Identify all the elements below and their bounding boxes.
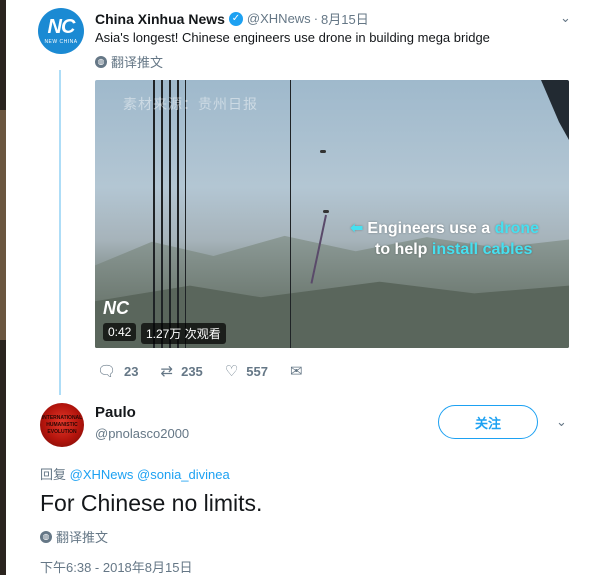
video-channel-logo: NC xyxy=(103,298,129,318)
globe-icon: ◍ xyxy=(95,55,107,68)
video-watermark: 素材来源：贵州日报 xyxy=(123,96,258,112)
replying-to-label: 回复 xyxy=(40,467,67,482)
caption-line1-text: Engineers use a xyxy=(367,220,495,237)
follow-button[interactable]: 关注 xyxy=(438,405,538,439)
video-cable xyxy=(290,80,291,348)
retweet-icon: ⇄ xyxy=(160,363,174,380)
reply-menu-chevron-icon[interactable]: ⌄ xyxy=(556,414,567,430)
translate-label: 翻译推文 xyxy=(111,55,164,70)
avatar-text-line: HUMANISTIC xyxy=(46,421,78,428)
reply-icon: 🗨 xyxy=(97,363,117,380)
reply-text: For Chinese no limits. xyxy=(40,490,263,516)
video-caption-overlay: ⬅ Engineers use a drone to help install c… xyxy=(350,218,539,260)
like-count: 557 xyxy=(246,363,268,379)
mention-link[interactable]: @sonia_divinea xyxy=(137,467,230,482)
mention-link[interactable]: @XHNews xyxy=(70,467,134,482)
tweet-menu-chevron-icon[interactable]: ⌄ xyxy=(560,10,571,26)
tweet-text: Asia's longest! Chinese engineers use dr… xyxy=(95,30,490,45)
verified-badge-icon: ✓ xyxy=(228,11,243,26)
translate-tweet-link[interactable]: ◍ 翻译推文 xyxy=(95,52,163,71)
replying-to-line: 回复 @XHNews @sonia_divinea xyxy=(40,464,230,483)
video-cable xyxy=(161,80,163,348)
like-button[interactable]: ♡ 557 xyxy=(225,362,268,380)
translate-reply-link[interactable]: ◍ 翻译推文 xyxy=(40,527,108,546)
caption-line2-text: to help xyxy=(375,241,432,258)
thread-connector-line xyxy=(59,70,61,395)
video-player[interactable]: 素材来源：贵州日报 ⬅ Engineers use a drone to help… xyxy=(95,80,569,348)
caption-line2-highlight: install cables xyxy=(431,241,533,258)
video-cable xyxy=(177,80,179,348)
video-cable xyxy=(169,80,171,348)
avatar-text-line: EVOLUTION xyxy=(47,428,77,435)
tweet-author-name[interactable]: China Xinhua News xyxy=(95,11,225,27)
drone-mark xyxy=(320,150,326,153)
reply-author-handle[interactable]: @pnolasco2000 xyxy=(95,426,189,441)
tweet-author-handle[interactable]: @XHNews xyxy=(247,11,311,26)
left-edge-strip-mid xyxy=(0,110,6,340)
tweet-header: China Xinhua News ✓ @XHNews · 8月15日 xyxy=(95,9,369,28)
retweet-count: 235 xyxy=(181,363,203,379)
xinhua-logo-subtext: NEW CHINA xyxy=(44,39,78,45)
avatar-text-line: INTERNATIONAL xyxy=(41,414,83,421)
paulo-avatar[interactable]: INTERNATIONAL HUMANISTIC EVOLUTION xyxy=(40,403,84,447)
video-cable xyxy=(185,80,186,348)
globe-icon: ◍ xyxy=(40,530,52,543)
arrow-left-icon: ⬅ xyxy=(350,220,364,237)
translate-label: 翻译推文 xyxy=(56,530,109,545)
caption-line1-highlight: drone xyxy=(494,220,540,237)
reply-count: 23 xyxy=(124,363,139,379)
video-view-count: 1.27万 次观看 xyxy=(141,323,226,344)
direct-message-button[interactable]: ✉ xyxy=(290,362,311,380)
reply-timestamp[interactable]: 下午6:38 - 2018年8月15日 xyxy=(40,557,192,575)
reply-button[interactable]: 🗨 23 xyxy=(97,362,139,380)
video-bridge-tower xyxy=(541,80,569,140)
header-separator: · xyxy=(313,11,319,26)
heart-icon: ♡ xyxy=(224,363,239,380)
envelope-icon: ✉ xyxy=(289,363,303,380)
xinhua-avatar[interactable]: NC NEW CHINA xyxy=(38,8,84,54)
video-duration: 0:42 xyxy=(103,323,137,341)
tweet-actions: 🗨 23 ⇄ 235 ♡ 557 ✉ xyxy=(97,362,333,380)
video-cable xyxy=(153,80,155,348)
xinhua-logo-text: NC xyxy=(47,16,76,38)
drone-mark xyxy=(323,210,329,213)
tweet-date[interactable]: 8月15日 xyxy=(321,9,369,28)
retweet-button[interactable]: ⇄ 235 xyxy=(161,362,203,380)
reply-author-name[interactable]: Paulo xyxy=(95,404,136,421)
